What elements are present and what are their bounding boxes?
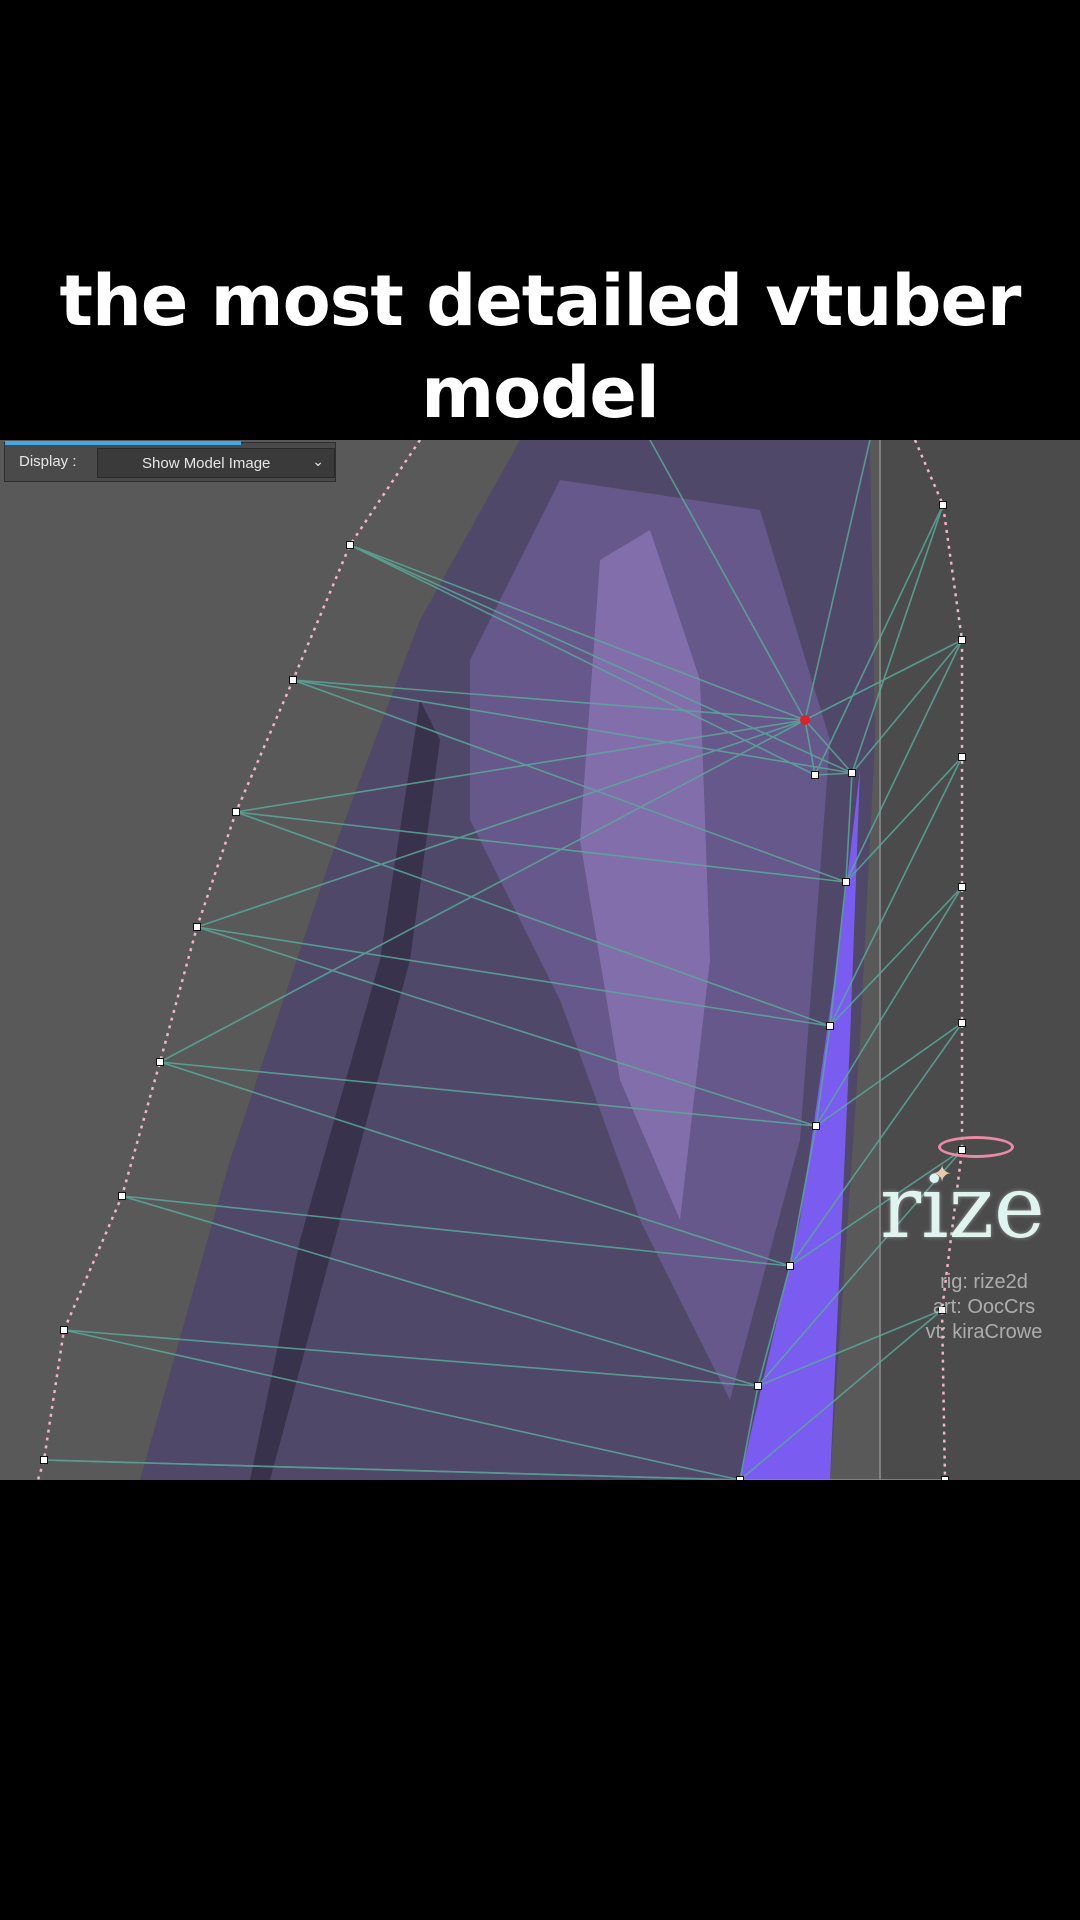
mesh-vertex[interactable] — [40, 1456, 48, 1464]
mesh-vertex[interactable] — [958, 636, 966, 644]
mesh-vertex[interactable] — [346, 541, 354, 549]
selected-vertex[interactable] — [800, 715, 810, 725]
mesh-vertex[interactable] — [812, 1122, 820, 1130]
display-select-value: Show Model Image — [142, 455, 271, 472]
caption-line-2: model — [421, 352, 660, 434]
mesh-vertex[interactable] — [958, 883, 966, 891]
display-label: Display : — [19, 453, 77, 470]
mesh-vertex[interactable] — [289, 676, 297, 684]
display-toolbar: Display : Show Model Image ⌄ — [4, 441, 336, 482]
mesh-vertex[interactable] — [60, 1326, 68, 1334]
display-select[interactable]: Show Model Image ⌄ — [97, 448, 335, 478]
mesh-vertex[interactable] — [941, 1476, 949, 1481]
credit-art: art: OocCrs — [932, 1296, 1036, 1318]
mesh-vertex[interactable] — [958, 753, 966, 761]
mesh-vertex[interactable] — [826, 1022, 834, 1030]
watermark-logo: rize — [880, 1158, 1045, 1258]
mesh-vertex[interactable] — [811, 771, 819, 779]
mesh-vertex[interactable] — [156, 1058, 164, 1066]
caption-line-1: the most detailed vtuber — [59, 260, 1022, 342]
mesh-vertex[interactable] — [842, 878, 850, 886]
mesh-vertex[interactable] — [232, 808, 240, 816]
video-caption: the most detailed vtuber model — [0, 255, 1080, 439]
credit-rig: rig: rize2d — [940, 1271, 1028, 1293]
watermark-credits: rig: rize2d art: OocCrs vt: kiraCrowe — [904, 1270, 1064, 1345]
credit-vt: vt: kiraCrowe — [925, 1321, 1043, 1343]
mesh-vertex[interactable] — [118, 1192, 126, 1200]
mesh-vertex[interactable] — [958, 1019, 966, 1027]
mesh-vertex[interactable] — [754, 1382, 762, 1390]
mesh-vertex[interactable] — [736, 1476, 744, 1481]
mesh-vertex[interactable] — [848, 769, 856, 777]
chevron-down-icon: ⌄ — [312, 453, 324, 469]
mesh-vertex[interactable] — [786, 1262, 794, 1270]
loading-bar — [5, 441, 241, 445]
mesh-vertex[interactable] — [193, 923, 201, 931]
creator-watermark: ✦ rize rig: rize2d art: OocCrs vt: kiraC… — [880, 1130, 1080, 1350]
mesh-vertex[interactable] — [939, 501, 947, 509]
halo-icon — [938, 1136, 1014, 1158]
